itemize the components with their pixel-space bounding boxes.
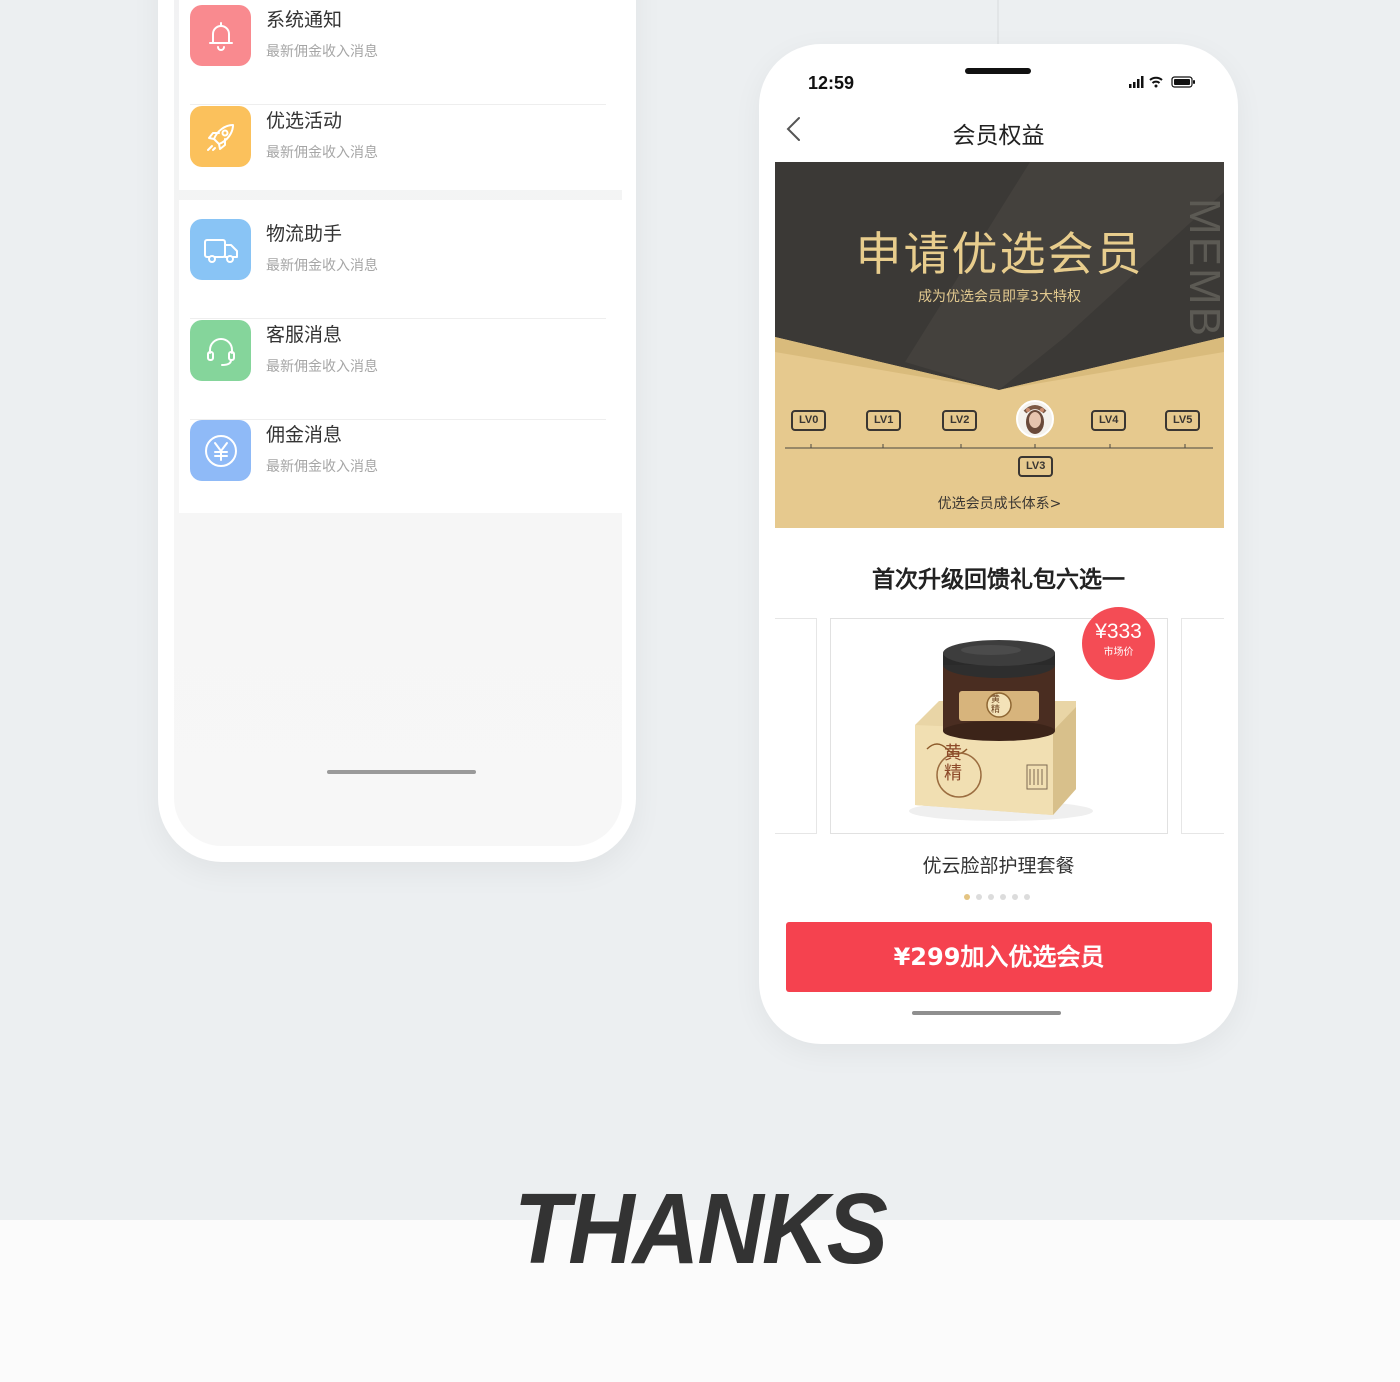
message-screen: 系统通知 最新佣金收入消息 优选活动 最新佣金收入消息 物流助手 最新佣金收入消…	[174, 0, 622, 846]
level-badge-lv1[interactable]: LV1	[866, 410, 902, 431]
jar-label-text: 黄精	[991, 695, 1001, 715]
message-subtitle: 最新佣金收入消息	[266, 145, 378, 161]
level-track	[785, 444, 1213, 449]
status-time: 12:59	[808, 73, 855, 93]
product-card-prev[interactable]	[775, 618, 817, 834]
icon-box	[190, 320, 251, 381]
gift-section-title: 首次升级回馈礼包六选一	[872, 567, 1125, 593]
phone-membership: 12:59 会员权益 MEMB 申请优选会员 成为优选会员即享3大特权 LV0 …	[759, 44, 1238, 1044]
icon-box	[190, 5, 251, 66]
message-item-activity[interactable]: 优选活动 最新佣金收入消息	[179, 106, 622, 190]
separator	[190, 104, 606, 105]
rocket-icon	[206, 123, 234, 151]
home-indicator[interactable]	[912, 1011, 1061, 1015]
level-badge-lv3[interactable]: LV3	[1018, 456, 1054, 477]
message-title: 优选活动	[266, 110, 343, 132]
yuan-icon	[204, 434, 237, 467]
thanks-text: THANKS	[513, 1173, 888, 1285]
divider-line	[997, 0, 999, 46]
carousel-dot[interactable]	[988, 894, 994, 900]
home-indicator[interactable]	[327, 770, 476, 774]
banner-subtitle: 成为优选会员即享3大特权	[918, 289, 1081, 305]
carousel-dot[interactable]	[964, 894, 970, 900]
market-price-label: 市场价	[1103, 647, 1134, 658]
message-item-logistics[interactable]: 物流助手 最新佣金收入消息	[179, 219, 622, 319]
message-item-commission[interactable]: 佣金消息 最新佣金收入消息	[179, 420, 622, 520]
icon-box	[190, 219, 251, 280]
message-title: 客服消息	[266, 324, 343, 346]
level-badge-lv5[interactable]: LV5	[1165, 410, 1201, 431]
icon-box	[190, 420, 251, 481]
icon-box	[190, 106, 251, 167]
message-title: 系统通知	[266, 9, 343, 31]
message-title: 佣金消息	[266, 424, 343, 446]
carousel-dot[interactable]	[1012, 894, 1018, 900]
banner-title: 申请优选会员	[855, 227, 1144, 281]
signal-wifi-battery-icon	[1129, 76, 1195, 88]
message-item-service[interactable]: 客服消息 最新佣金收入消息	[179, 320, 622, 420]
message-group-2: 物流助手 最新佣金收入消息 客服消息 最新佣金收入消息 佣金消息 最新佣金收入消…	[179, 200, 622, 513]
carousel-dots	[964, 894, 1030, 900]
notch	[965, 68, 1031, 74]
phone-message-list: 系统通知 最新佣金收入消息 优选活动 最新佣金收入消息 物流助手 最新佣金收入消…	[158, 0, 636, 862]
level-badge-lv2[interactable]: LV2	[942, 410, 978, 431]
box-brand-text: 黄精	[944, 743, 962, 784]
carousel-dot[interactable]	[976, 894, 982, 900]
banner-background	[775, 162, 1224, 528]
carousel-dot[interactable]	[1000, 894, 1006, 900]
truck-icon	[203, 238, 238, 263]
message-group-1: 系统通知 最新佣金收入消息 优选活动 最新佣金收入消息	[179, 0, 622, 190]
message-item-system[interactable]: 系统通知 最新佣金收入消息	[179, 5, 622, 105]
avatar[interactable]	[1016, 400, 1054, 438]
headset-icon	[206, 337, 235, 366]
separator	[190, 318, 606, 319]
carousel-dot[interactable]	[1024, 894, 1030, 900]
page-title: 会员权益	[952, 123, 1045, 149]
level-badge-lv4[interactable]: LV4	[1091, 410, 1127, 431]
product-card-next[interactable]	[1181, 618, 1224, 834]
status-icons	[1129, 74, 1197, 88]
membership-banner[interactable]: MEMB 申请优选会员 成为优选会员即享3大特权 LV0 LV1 LV2 LV3…	[775, 162, 1224, 528]
market-price: ¥333	[1095, 620, 1142, 643]
level-badge-lv0[interactable]: LV0	[791, 410, 827, 431]
bell-icon	[208, 21, 233, 51]
growth-system-link[interactable]: 优选会员成长体系>	[775, 493, 1224, 513]
product-name: 优云脸部护理套餐	[922, 855, 1075, 877]
message-subtitle: 最新佣金收入消息	[266, 359, 378, 375]
message-title: 物流助手	[266, 223, 343, 245]
message-subtitle: 最新佣金收入消息	[266, 459, 378, 475]
message-subtitle: 最新佣金收入消息	[266, 258, 378, 274]
join-membership-button[interactable]: ¥299加入优选会员	[786, 922, 1212, 992]
message-subtitle: 最新佣金收入消息	[266, 44, 378, 60]
price-badge: ¥333 市场价	[1082, 607, 1155, 680]
